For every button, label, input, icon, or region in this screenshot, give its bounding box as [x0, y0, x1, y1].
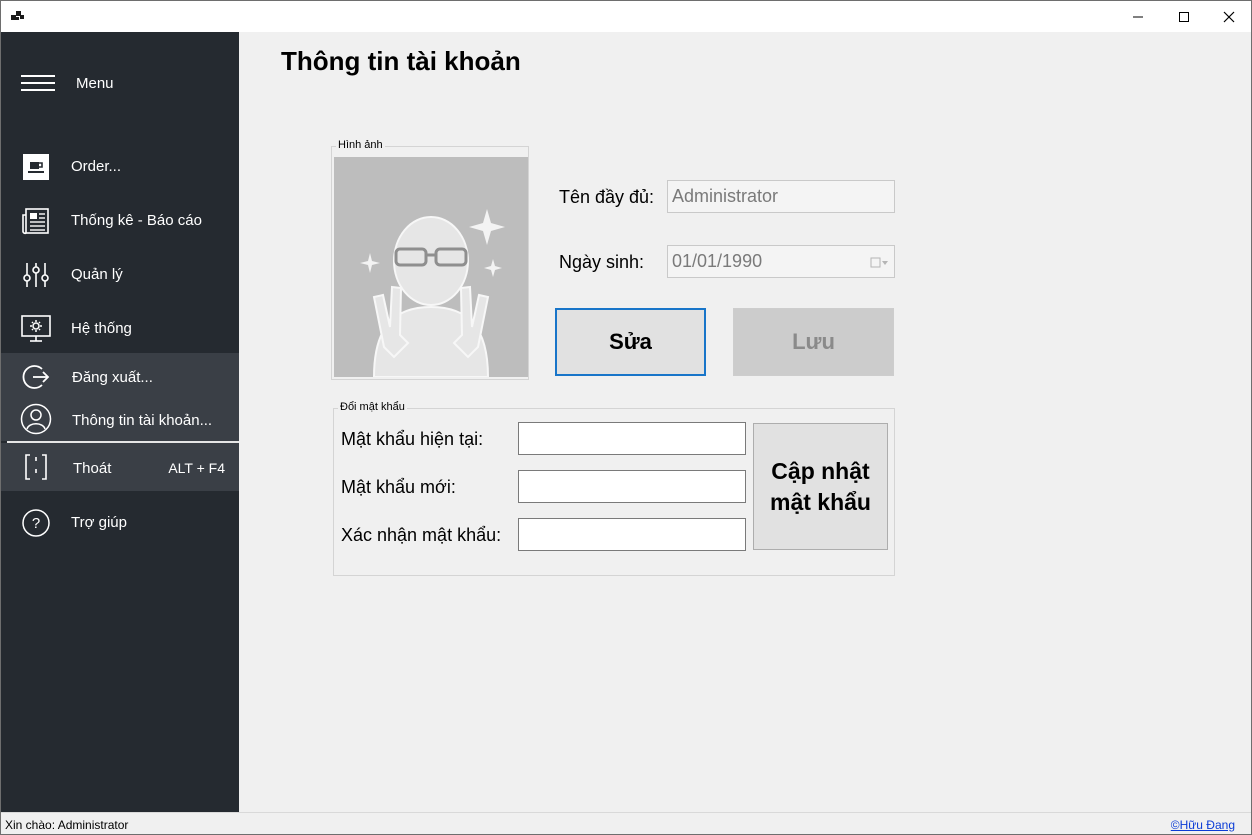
app-window: Menu Order... Thống kê - Báo cáo Quản lý	[0, 0, 1252, 835]
sidebar-item-label: Thoát	[73, 460, 112, 477]
update-password-button[interactable]: Cập nhật mật khẩu	[753, 423, 888, 550]
birthdate-picker[interactable]: 01/01/1990	[667, 245, 895, 278]
sidebar-item-label: Trợ giúp	[71, 514, 127, 531]
logout-icon	[19, 361, 53, 393]
exit-door-icon	[19, 451, 53, 483]
sidebar-item-label: Hệ thống	[71, 320, 132, 337]
exit-shortcut: ALT + F4	[168, 460, 225, 476]
sidebar-item-label: Quản lý	[71, 266, 123, 283]
avatar-group: Hình ảnh	[331, 139, 529, 380]
coffee-cup-icon	[19, 151, 53, 183]
app-icon	[11, 9, 25, 23]
full-name-label: Tên đầy đủ:	[559, 187, 655, 207]
greeting-text: Xin chào: Administrator	[5, 818, 129, 832]
help-circle-icon: ?	[19, 507, 53, 539]
sidebar-item-label: Thông tin tài khoản...	[72, 412, 213, 429]
menu-label: Menu	[76, 75, 114, 92]
page-title: Thông tin tài khoản	[281, 46, 521, 76]
full-name-field[interactable]: Administrator	[667, 180, 895, 213]
current-password-input[interactable]	[518, 422, 746, 455]
confirm-password-input[interactable]	[518, 518, 746, 551]
calendar-dropdown-icon[interactable]	[870, 254, 890, 268]
current-password-label: Mật khẩu hiện tại:	[341, 429, 484, 449]
user-circle-icon	[19, 403, 53, 435]
hamburger-icon	[21, 74, 55, 97]
edit-button[interactable]: Sửa	[555, 308, 706, 376]
new-password-label: Mật khẩu mới:	[341, 477, 456, 497]
sidebar-item-label: Đăng xuất...	[72, 369, 153, 386]
sidebar-item-help[interactable]: ? Trợ giúp	[1, 501, 239, 545]
save-button[interactable]: Lưu	[733, 308, 894, 376]
newspaper-icon	[19, 205, 53, 237]
sidebar-item-report[interactable]: Thống kê - Báo cáo	[1, 199, 239, 243]
sidebar-item-account-info[interactable]: Thông tin tài khoản...	[1, 399, 239, 441]
title-bar[interactable]	[1, 1, 1251, 32]
minimize-button[interactable]	[1115, 1, 1161, 32]
sidebar-item-label: Thống kê - Báo cáo	[71, 212, 202, 229]
confirm-password-label: Xác nhận mật khẩu:	[341, 525, 502, 545]
sidebar-item-label: Order...	[71, 158, 122, 175]
password-group-label: Đổi mật khẩu	[338, 401, 407, 413]
update-button-line1: Cập nhật	[771, 457, 870, 484]
avatar-image	[334, 157, 528, 377]
sidebar-item-manage[interactable]: Quản lý	[1, 253, 239, 297]
status-bar: Xin chào: Administrator ©Hữu Đang	[1, 812, 1251, 834]
update-button-line2: mật khẩu	[770, 488, 871, 515]
avatar-group-label: Hình ảnh	[336, 139, 385, 151]
sidebar: Menu Order... Thống kê - Báo cáo Quản lý	[1, 32, 239, 812]
maximize-button[interactable]	[1161, 1, 1207, 32]
birthdate-label: Ngày sinh:	[559, 252, 645, 272]
sliders-icon	[19, 259, 53, 291]
birthdate-value: 01/01/1990	[672, 251, 763, 271]
author-link[interactable]: ©Hữu Đang	[1171, 818, 1235, 832]
sidebar-item-logout[interactable]: Đăng xuất...	[1, 353, 239, 399]
sidebar-item-exit[interactable]: Thoát ALT + F4	[1, 443, 239, 491]
new-password-input[interactable]	[518, 470, 746, 503]
menu-toggle[interactable]: Menu	[1, 62, 239, 104]
sidebar-item-system[interactable]: Hệ thống	[1, 307, 239, 351]
main-content: Thông tin tài khoản Hình ảnh Tên đầy đủ:…	[239, 32, 1251, 812]
sidebar-item-order[interactable]: Order...	[1, 145, 239, 189]
close-button[interactable]	[1206, 1, 1252, 32]
svg-text:?: ?	[32, 515, 40, 532]
monitor-gear-icon	[19, 313, 53, 345]
